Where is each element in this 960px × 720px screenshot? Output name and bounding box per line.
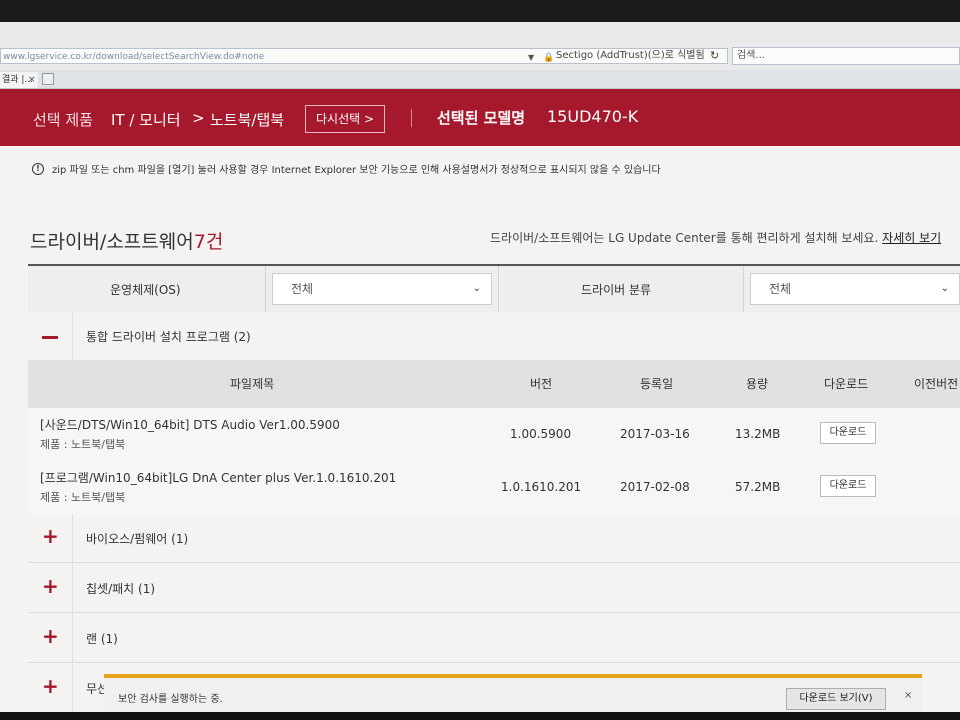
section-title: 드라이버/소프트웨어7건 [30,227,223,254]
section-title-text: 드라이버/소프트웨어 [30,231,194,253]
col-version: 버전 [530,377,553,391]
download-button[interactable]: 다운로드 [820,422,876,444]
security-scan-message: 보안 검사를 실행하는 중. [118,694,223,705]
file-version: 1.00.5900 [510,427,572,441]
chevron-right-icon: > [192,109,205,127]
filter-divider [265,266,266,314]
filter-bar: 운영체제(OS) 전체 ⌄ 드라이버 분류 전체 ⌄ [28,264,960,314]
download-button[interactable]: 다운로드 [820,475,876,497]
header-divider [411,109,412,127]
group-divider [72,564,73,612]
new-tab-icon[interactable] [42,73,54,85]
file-date: 2017-03-16 [620,427,690,441]
os-select-value: 전체 [291,282,314,296]
filter-divider [743,266,744,314]
group-title[interactable]: 바이오스/펌웨어 (1) [86,530,188,547]
col-download: 다운로드 [824,377,869,391]
update-center-info: 드라이버/소프트웨어는 LG Update Center를 통해 편리하게 설치… [490,229,941,246]
category-secondary[interactable]: 노트북/탭북 [210,109,284,130]
collapse-icon[interactable] [42,336,58,339]
category-select[interactable]: 전체 ⌄ [750,273,960,305]
file-title[interactable]: [사운드/DTS/Win10_64bit] DTS Audio Ver1.00.… [40,416,340,433]
address-dropdown-icon[interactable]: ▼ [528,53,534,62]
selected-product-label: 선택 제품 [33,111,93,129]
group-lan[interactable]: + 랜 (1) [28,614,960,663]
file-version: 1.0.1610.201 [501,480,582,494]
col-size: 용량 [746,377,769,391]
refresh-icon[interactable]: ↻ [710,49,719,62]
selected-model-label: 선택된 모델명 [437,109,526,127]
file-size: 13.2MB [735,427,781,441]
col-date: 등록일 [640,377,674,391]
expand-icon[interactable]: + [42,575,59,597]
chevron-down-icon: ⌄ [940,283,949,294]
os-select[interactable]: 전체 ⌄ [272,273,492,305]
category-filter-label: 드라이버 분류 [581,283,652,297]
group-bios-firmware[interactable]: + 바이오스/펌웨어 (1) [28,514,960,563]
table-header: 파일제목 버전 등록일 용량 다운로드 이전버전 [28,360,960,408]
group-integrated-installer[interactable]: 통합 드라이버 설치 프로그램 (2) [28,312,960,361]
close-icon[interactable]: × [904,690,912,701]
view-downloads-button[interactable]: 다운로드 보기(V) [786,688,886,710]
file-size: 57.2MB [735,480,781,494]
model-name: 15UD470-K [547,107,639,126]
result-count: 7건 [193,231,224,253]
group-divider [72,514,73,562]
details-link[interactable]: 자세히 보기 [882,231,941,245]
col-previous: 이전버전 [914,377,959,391]
browser-tab[interactable]: 결과 |... × [0,72,38,88]
expand-icon[interactable]: + [42,625,59,647]
table-row: [프로그램/Win10_64bit]LG DnA Center plus Ver… [28,461,960,515]
product-header: 선택 제품 IT / 모니터 > 노트북/탭북 다시선택 > 선택된 모델명 1… [0,89,960,146]
chevron-down-icon: ⌄ [472,283,481,294]
category-primary[interactable]: IT / 모니터 [111,109,181,130]
file-date: 2017-02-08 [620,480,690,494]
group-divider [72,614,73,662]
expand-icon[interactable]: + [42,675,59,697]
browser-search-input[interactable]: 검색... [732,47,960,65]
group-title[interactable]: 통합 드라이버 설치 프로그램 (2) [86,328,251,345]
filter-divider [498,266,499,314]
expand-icon[interactable]: + [42,525,59,547]
table-row: [사운드/DTS/Win10_64bit] DTS Audio Ver1.00.… [28,408,960,462]
group-divider [72,312,73,360]
reselect-button[interactable]: 다시선택 > [305,105,385,133]
group-divider [72,664,73,712]
lock-icon[interactable]: 🔒 [543,53,554,63]
browser-toolbar: www.lgservice.co.kr/download/selectSearc… [0,22,960,70]
tab-strip: 결과 |... × [0,70,960,89]
category-select-value: 전체 [769,282,792,296]
file-product: 제품 : 노트북/탭북 [40,491,126,504]
os-filter-label: 운영체제(OS) [110,283,181,297]
browser-window: www.lgservice.co.kr/download/selectSearc… [0,22,960,720]
ie-notice: zip 파일 또는 chm 파일을 [열기] 눌러 사용할 경우 Interne… [52,165,661,176]
file-product: 제품 : 노트북/탭북 [40,438,126,451]
group-chipset-patch[interactable]: + 칩셋/패치 (1) [28,564,960,613]
file-title[interactable]: [프로그램/Win10_64bit]LG DnA Center plus Ver… [40,469,396,486]
tab-close-icon[interactable]: × [28,72,36,88]
col-file-title: 파일제목 [230,377,275,391]
group-title[interactable]: 칩셋/패치 (1) [86,580,155,597]
screen-bezel [0,712,960,720]
certificate-label[interactable]: Sectigo (AddTrust)(으)로 식별됨 [556,49,705,63]
alert-icon: ! [32,163,44,175]
update-center-text: 드라이버/소프트웨어는 LG Update Center를 통해 편리하게 설치… [490,231,879,245]
group-title[interactable]: 랜 (1) [86,630,118,647]
